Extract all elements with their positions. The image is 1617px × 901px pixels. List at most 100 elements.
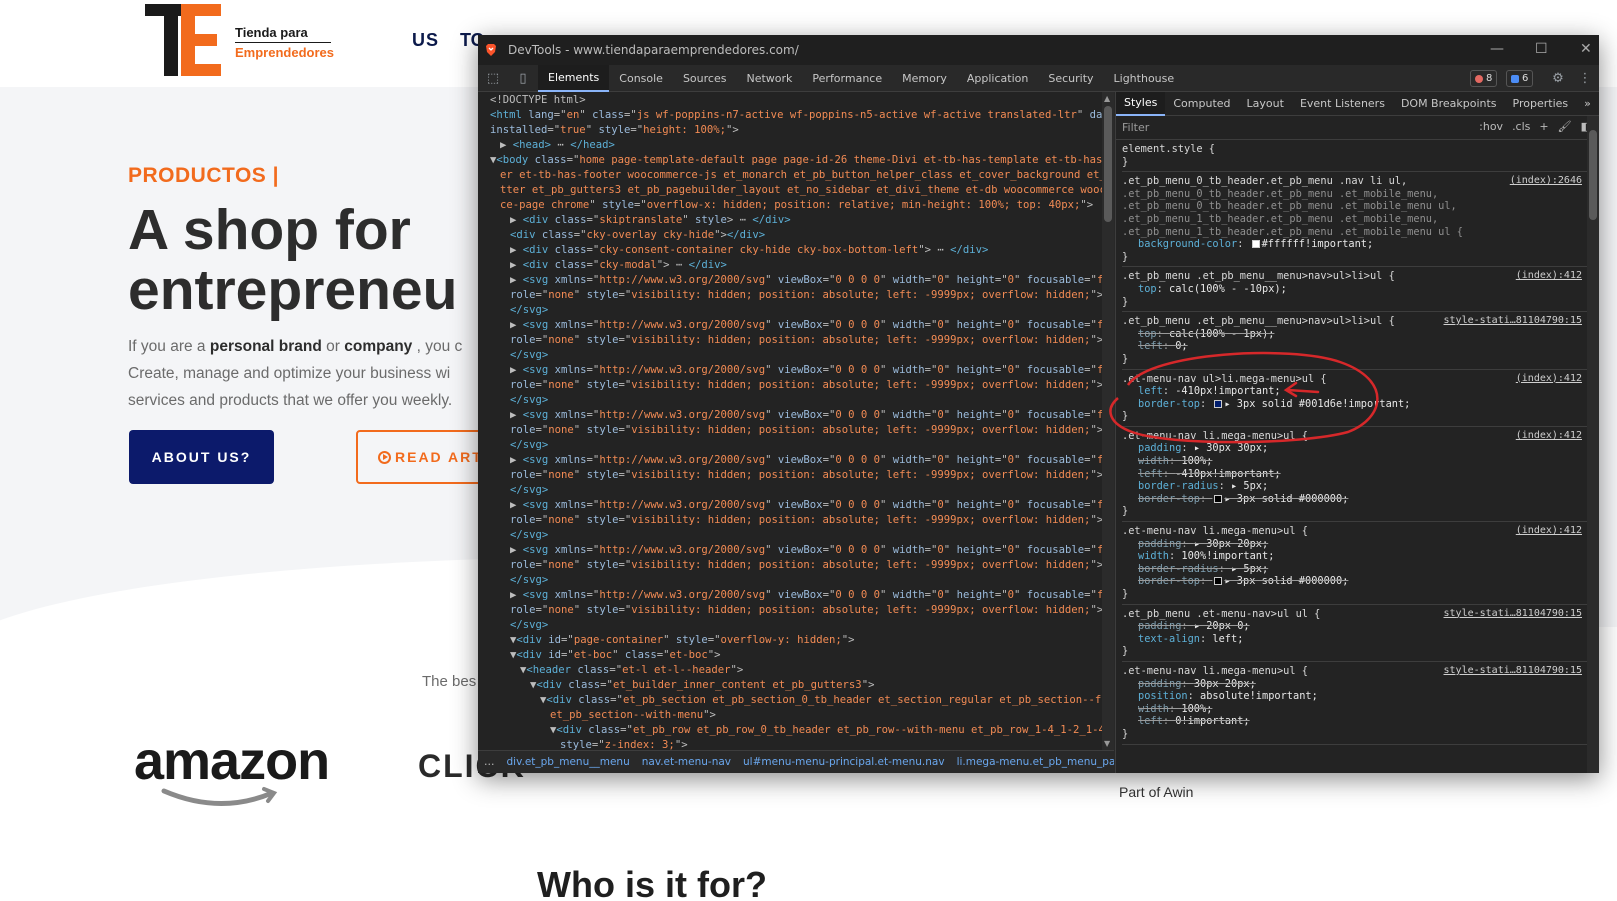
rule-source-link[interactable]: style-stati…81104790:15 bbox=[1444, 608, 1582, 621]
style-rule[interactable]: .et-menu-nav li.mega-menu>ul {style-stat… bbox=[1122, 665, 1588, 745]
subtab-dom-breakpoints[interactable]: DOM Breakpoints bbox=[1393, 92, 1505, 116]
devtools-titlebar[interactable]: DevTools - www.tiendaparaemprendedores.c… bbox=[478, 35, 1599, 65]
style-declaration[interactable]: border-radius: ▸ 5px; bbox=[1122, 563, 1588, 576]
dom-line[interactable]: ▶ <svg xmlns="http://www.w3.org/2000/svg… bbox=[478, 588, 1102, 603]
style-declaration[interactable]: left: 0!important; bbox=[1122, 715, 1588, 728]
close-icon[interactable]: ✕ bbox=[1580, 41, 1592, 57]
dom-line[interactable]: </svg> bbox=[478, 303, 1102, 318]
property-value[interactable]: ▸ 3px solid #000000; bbox=[1224, 575, 1348, 587]
rule-source-link[interactable]: style-stati…81104790:15 bbox=[1444, 665, 1582, 678]
style-rule[interactable]: .et_pb_menu .et-menu-nav>ul ul {style-st… bbox=[1122, 608, 1588, 662]
property-value[interactable]: ▸ 30px 30px; bbox=[1194, 442, 1268, 454]
scroll-up-icon[interactable]: ▲ bbox=[1104, 94, 1110, 103]
tab-elements[interactable]: Elements bbox=[538, 64, 610, 92]
more-tabs-chevron-icon[interactable]: » bbox=[1576, 92, 1599, 116]
dom-line[interactable]: ▶ <svg xmlns="http://www.w3.org/2000/svg… bbox=[478, 498, 1102, 513]
dom-line[interactable]: ▼<body class="home page-template-default… bbox=[478, 153, 1102, 168]
property-value[interactable]: ▸ 3px solid #001d6e!important; bbox=[1224, 398, 1410, 410]
dom-line[interactable]: ▼<header class="et-l et-l--header"> bbox=[478, 663, 1102, 678]
style-declaration[interactable]: border-radius: ▸ 5px; bbox=[1122, 480, 1588, 493]
paint-brush-icon[interactable]: 🖌 bbox=[1558, 120, 1572, 133]
style-rule[interactable]: .et-menu-nav li.mega-menu>ul {(index):41… bbox=[1122, 525, 1588, 605]
dom-line[interactable]: </svg> bbox=[478, 348, 1102, 363]
dom-line[interactable]: <html lang="en" class="js wf-poppins-n7-… bbox=[478, 108, 1102, 123]
property-value[interactable]: #ffffff!important; bbox=[1262, 238, 1374, 250]
scroll-down-icon[interactable]: ▼ bbox=[1104, 739, 1110, 748]
dom-line[interactable]: ▼<div id="et-boc" class="et-boc"> bbox=[478, 648, 1102, 663]
style-declaration[interactable]: border-top: ▸ 3px solid #000000; bbox=[1122, 493, 1588, 506]
rule-selector[interactable]: .et_pb_menu_0_tb_header.et_pb_menu .et_m… bbox=[1122, 200, 1588, 213]
dom-line[interactable]: ce-page chrome" style="overflow-x: hidde… bbox=[478, 198, 1102, 213]
breadcrumb-item[interactable]: nav.et-menu-nav bbox=[636, 756, 737, 768]
dom-line[interactable]: role="none" style="visibility: hidden; p… bbox=[478, 378, 1102, 393]
dom-line[interactable]: ▶ <svg xmlns="http://www.w3.org/2000/svg… bbox=[478, 363, 1102, 378]
tab-console[interactable]: Console bbox=[609, 65, 673, 92]
dom-line[interactable]: ▶ <div class="skiptranslate" style> ⋯ </… bbox=[478, 213, 1102, 228]
style-declaration[interactable]: top: calc(100% - -10px); bbox=[1122, 283, 1588, 296]
dom-line[interactable]: </svg> bbox=[478, 573, 1102, 588]
rule-source-link[interactable]: style-stati…81104790:15 bbox=[1444, 315, 1582, 328]
dom-line[interactable]: ▶ <div class="cky-modal"> ⋯ </div> bbox=[478, 258, 1102, 273]
minimize-icon[interactable]: — bbox=[1490, 41, 1504, 57]
settings-gear-icon[interactable]: ⚙ bbox=[1543, 65, 1573, 92]
property-value[interactable]: ▸ 3px solid #000000; bbox=[1224, 493, 1348, 505]
breadcrumb-item[interactable]: div.et_pb_menu__menu bbox=[501, 756, 636, 768]
property-value[interactable]: absolute!important; bbox=[1200, 690, 1318, 702]
rule-selector[interactable]: .et_pb_menu_0_tb_header.et_pb_menu .et_m… bbox=[1122, 188, 1588, 201]
property-value[interactable]: ▸ 5px; bbox=[1231, 480, 1268, 492]
dom-line[interactable]: er et-tb-has-footer woocommerce-js et_mo… bbox=[478, 168, 1102, 183]
property-value[interactable]: 100%; bbox=[1181, 455, 1212, 467]
inspect-element-icon[interactable]: ⬚ bbox=[478, 65, 508, 92]
style-rule[interactable]: .et_pb_menu_0_tb_header.et_pb_menu .nav … bbox=[1122, 175, 1588, 268]
elements-scroll-thumb[interactable] bbox=[1104, 106, 1112, 222]
property-value[interactable]: 100%!important; bbox=[1181, 550, 1274, 562]
dom-line[interactable]: ▶ <div class="cky-consent-container cky-… bbox=[478, 243, 1102, 258]
about-us-button[interactable]: ABOUT US? bbox=[129, 430, 274, 484]
dom-line[interactable]: <div class="cky-overlay cky-hide"></div> bbox=[478, 228, 1102, 243]
tab-application[interactable]: Application bbox=[957, 65, 1038, 92]
breadcrumb-item[interactable]: ul#menu-menu-principal.et-menu.nav bbox=[737, 756, 951, 768]
hov-toggle[interactable]: :hov bbox=[1479, 120, 1503, 133]
dom-line[interactable]: ▶ <svg xmlns="http://www.w3.org/2000/svg… bbox=[478, 543, 1102, 558]
tab-memory[interactable]: Memory bbox=[892, 65, 957, 92]
subtab-layout[interactable]: Layout bbox=[1239, 92, 1292, 116]
style-declaration[interactable]: border-top: ▸ 3px solid #001d6e!importan… bbox=[1122, 398, 1588, 411]
rule-source-link[interactable]: (index):412 bbox=[1516, 430, 1582, 443]
color-swatch[interactable] bbox=[1251, 240, 1260, 249]
property-value[interactable]: calc(100% - 1px); bbox=[1169, 328, 1274, 340]
dom-line[interactable]: role="none" style="visibility: hidden; p… bbox=[478, 603, 1102, 618]
dom-line[interactable]: ▶ <svg xmlns="http://www.w3.org/2000/svg… bbox=[478, 408, 1102, 423]
dom-line[interactable]: </svg> bbox=[478, 393, 1102, 408]
dom-line[interactable]: ▶ <svg xmlns="http://www.w3.org/2000/svg… bbox=[478, 318, 1102, 333]
rule-selector[interactable]: element.style { bbox=[1122, 143, 1588, 156]
style-declaration[interactable]: padding: ▸ 30px 20px; bbox=[1122, 538, 1588, 551]
tab-network[interactable]: Network bbox=[736, 65, 802, 92]
dom-line[interactable]: </svg> bbox=[478, 483, 1102, 498]
subtab-properties[interactable]: Properties bbox=[1505, 92, 1577, 116]
rule-selector[interactable]: .et_pb_menu_1_tb_header.et_pb_menu .et_m… bbox=[1122, 213, 1588, 226]
rule-source-link[interactable]: (index):412 bbox=[1516, 373, 1582, 386]
style-rule[interactable]: element.style {} bbox=[1122, 143, 1588, 173]
color-swatch[interactable] bbox=[1214, 577, 1223, 586]
dom-line[interactable]: style="z-index: 3;"> bbox=[478, 738, 1102, 750]
rule-source-link[interactable]: (index):2646 bbox=[1510, 175, 1582, 188]
dom-line[interactable]: ▶ <svg xmlns="http://www.w3.org/2000/svg… bbox=[478, 273, 1102, 288]
elements-dom-tree[interactable]: <!DOCTYPE html> <html lang="en" class="js… bbox=[478, 92, 1102, 750]
rule-source-link[interactable]: (index):412 bbox=[1516, 525, 1582, 538]
style-declaration[interactable]: text-align: left; bbox=[1122, 633, 1588, 646]
maximize-icon[interactable]: ☐ bbox=[1535, 41, 1548, 57]
dom-line[interactable]: role="none" style="visibility: hidden; p… bbox=[478, 558, 1102, 573]
messages-badge[interactable]: 6 bbox=[1506, 70, 1534, 87]
breadcrumb-item[interactable]: … bbox=[478, 756, 501, 768]
style-declaration[interactable]: background-color: #ffffff!important; bbox=[1122, 238, 1588, 251]
style-declaration[interactable]: width: 100%!important; bbox=[1122, 550, 1588, 563]
dom-line[interactable]: ▼<div class="et_pb_row et_pb_row_0_tb_he… bbox=[478, 723, 1102, 738]
style-declaration[interactable]: width: 100%; bbox=[1122, 703, 1588, 716]
style-declaration[interactable]: left: -410px!important; bbox=[1122, 385, 1588, 398]
styles-scroll-thumb[interactable] bbox=[1589, 130, 1597, 220]
dom-line[interactable]: role="none" style="visibility: hidden; p… bbox=[478, 423, 1102, 438]
style-declaration[interactable]: left: -410px!important; bbox=[1122, 468, 1588, 481]
tab-sources[interactable]: Sources bbox=[673, 65, 737, 92]
dom-line[interactable]: <!DOCTYPE html> bbox=[478, 93, 1102, 108]
dom-line[interactable]: </svg> bbox=[478, 438, 1102, 453]
